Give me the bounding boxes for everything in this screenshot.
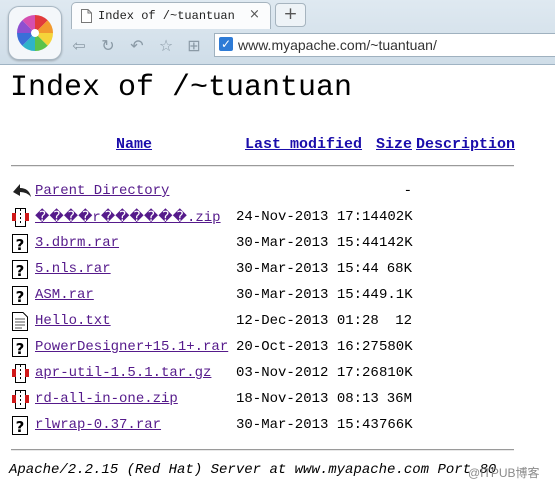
sort-by-name-link[interactable]: Name [116, 136, 152, 153]
favorite-star-icon[interactable]: ☆ [157, 37, 175, 55]
unknown-icon: ? [11, 233, 31, 259]
file-size: 12 [395, 313, 412, 329]
svg-text:?: ? [16, 418, 25, 436]
file-link[interactable]: rlwrap-0.37.rar [35, 417, 161, 433]
compressed-icon [11, 389, 31, 415]
file-size: 402K [379, 209, 413, 225]
file-date: 30-Mar-2013 15:44 [236, 261, 379, 277]
file-row: ? ASM.rar 30-Mar-2013 15:44 9.1K [0, 284, 555, 306]
file-size: 36M [386, 391, 412, 407]
svg-text:?: ? [16, 288, 25, 306]
file-size: 766K [379, 417, 413, 433]
file-link[interactable]: Hello.txt [35, 313, 111, 329]
file-link[interactable]: PowerDesigner+15.1+.rar [35, 339, 228, 355]
file-date: 30-Mar-2013 15:43 [236, 417, 379, 433]
compressed-icon [11, 363, 31, 389]
file-date: 12-Dec-2013 01:28 [236, 313, 379, 329]
browser-toolbar: Index of /~tuantuan × + ⇦ ↻ ↶ ☆ ⊞ ✓ www.… [0, 0, 555, 65]
pinwheel-icon [17, 15, 53, 51]
file-row: rd-all-in-one.zip 18-Nov-2013 08:13 36M [0, 388, 555, 410]
unknown-icon: ? [11, 259, 31, 285]
file-link[interactable]: 3.dbrm.rar [35, 235, 119, 251]
unknown-icon: ? [11, 337, 31, 363]
file-size: 9.1K [379, 287, 413, 303]
file-link[interactable]: 5.nls.rar [35, 261, 111, 277]
page-title: Index of /~tuantuan [10, 71, 353, 105]
sort-by-description-link[interactable]: Description [416, 136, 515, 153]
file-link[interactable]: rd-all-in-one.zip [35, 391, 178, 407]
file-date: 18-Nov-2013 08:13 [236, 391, 379, 407]
new-tab-button[interactable]: + [275, 3, 306, 27]
browser-logo[interactable] [8, 6, 62, 60]
file-row: ? 5.nls.rar 30-Mar-2013 15:44 68K [0, 258, 555, 280]
site-security-icon: ✓ [219, 37, 233, 51]
svg-text:?: ? [16, 262, 25, 280]
file-link[interactable]: ����r������.zip [35, 209, 221, 226]
server-signature: Apache/2.2.15 (Red Hat) Server at www.my… [9, 462, 497, 478]
unknown-icon: ? [11, 415, 31, 441]
file-date: 20-Oct-2013 16:27 [236, 339, 379, 355]
file-row: ? PowerDesigner+15.1+.rar 20-Oct-2013 16:2… [0, 336, 555, 358]
file-date: 30-Mar-2013 15:44 [236, 287, 379, 303]
file-size: 68K [386, 261, 412, 277]
svg-text:?: ? [16, 236, 25, 254]
address-bar[interactable]: ✓ www.myapache.com/~tuantuan/ [214, 33, 555, 57]
sort-by-size-link[interactable]: Size [376, 136, 412, 153]
file-size: 142K [379, 235, 413, 251]
file-row: ����r������.zip 24-Nov-2013 17:14 402K [0, 206, 555, 228]
compressed-icon [11, 207, 31, 233]
svg-text:?: ? [16, 340, 25, 358]
file-link[interactable]: ASM.rar [35, 287, 94, 303]
address-url[interactable]: www.myapache.com/~tuantuan/ [238, 37, 437, 53]
tab-title: Index of /~tuantuan [98, 9, 235, 23]
file-row: Hello.txt 12-Dec-2013 01:28 12 [0, 310, 555, 332]
file-link[interactable]: apr-util-1.5.1.tar.gz [35, 365, 211, 381]
file-size: 580K [379, 339, 413, 355]
parent-directory-link[interactable]: Parent Directory [35, 183, 169, 199]
tab-close-icon[interactable]: × [249, 7, 260, 22]
file-size: 810K [379, 365, 413, 381]
parent-directory-row: Parent Directory - [0, 180, 555, 202]
file-date: 03-Nov-2012 17:26 [236, 365, 379, 381]
parent-size: - [403, 183, 412, 199]
back-icon[interactable]: ⇦ [70, 37, 88, 55]
file-row: ? rlwrap-0.37.rar 30-Mar-2013 15:43 766K [0, 414, 555, 436]
sort-by-last-modified-link[interactable]: Last modified [245, 136, 362, 153]
watermark: @ITPUB博客 [468, 466, 540, 480]
browser-tab[interactable]: Index of /~tuantuan × [71, 2, 271, 29]
file-row: apr-util-1.5.1.tar.gz 03-Nov-2012 17:26 81… [0, 362, 555, 384]
header-divider [11, 165, 514, 167]
refresh-icon[interactable]: ↻ [99, 37, 117, 55]
text-file-icon [11, 311, 31, 337]
file-row: ? 3.dbrm.rar 30-Mar-2013 15:44 142K [0, 232, 555, 254]
apps-grid-icon[interactable]: ⊞ [185, 37, 203, 55]
back-arrow-icon [13, 184, 31, 197]
footer-divider [11, 449, 514, 451]
file-date: 24-Nov-2013 17:14 [236, 209, 379, 225]
document-icon [81, 9, 92, 23]
file-date: 30-Mar-2013 15:44 [236, 235, 379, 251]
unknown-icon: ? [11, 285, 31, 311]
undo-close-icon[interactable]: ↶ [128, 37, 146, 55]
